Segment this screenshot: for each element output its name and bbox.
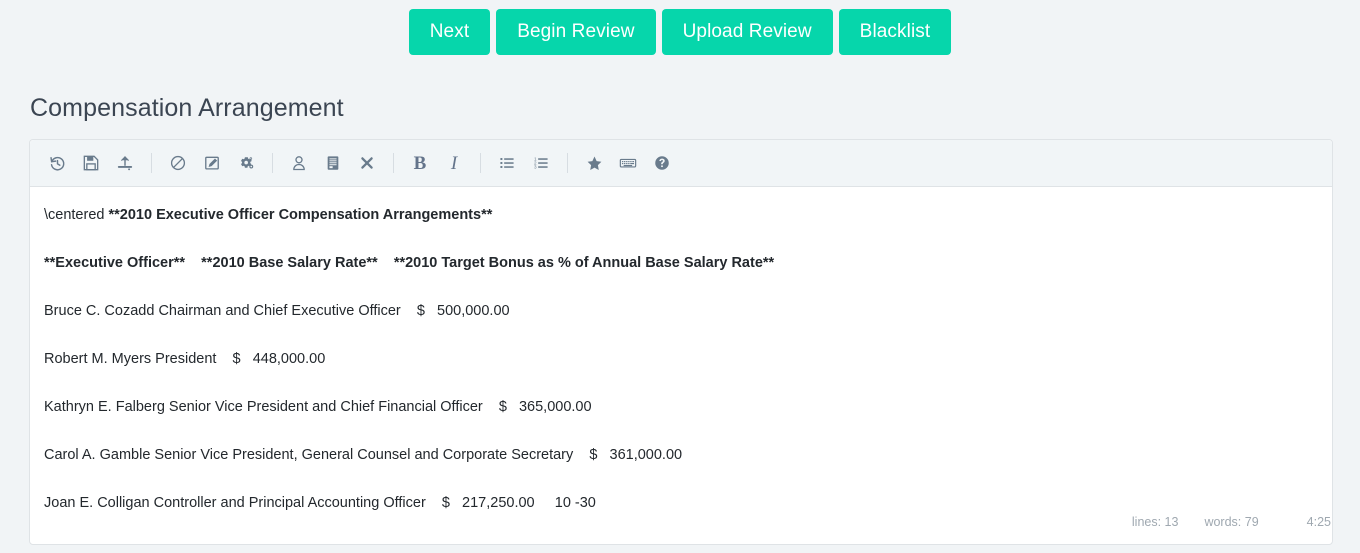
document-icon[interactable] [318,148,348,178]
editor-line: **Executive Officer** **2010 Base Salary… [44,253,1318,274]
words-count: words: 79 [1204,515,1259,529]
user-icon[interactable] [284,148,314,178]
upload-review-button[interactable]: Upload Review [661,9,833,55]
editor-line-plain: \centered [44,207,109,223]
editor-line-bold: **2010 Executive Officer Compensation Ar… [108,207,493,223]
ban-icon[interactable] [163,148,193,178]
upload-icon[interactable] [110,148,140,178]
editor-line-bold: **Executive Officer** **2010 Base Salary… [44,255,775,272]
unordered-list-icon[interactable] [492,148,522,178]
undo-history-icon[interactable] [42,148,72,178]
begin-review-button[interactable]: Begin Review [496,9,656,55]
star-icon[interactable] [579,148,609,178]
help-circle-icon[interactable] [647,148,677,178]
ordered-list-icon[interactable]: 1 2 3 [526,148,556,178]
bold-glyph: B [413,152,427,174]
editor-toolbar: B I 1 2 3 [30,140,1332,187]
editor-line: Bruce C. Cozadd Chairman and Chief Execu… [44,301,1318,322]
editor-line: Joan E. Colligan Controller and Principa… [44,493,1318,514]
edit-pencil-square-icon[interactable] [197,148,227,178]
clock: 4:25 [1306,515,1331,529]
toolbar-divider [272,153,273,173]
toolbar-divider [151,153,152,173]
blacklist-button[interactable]: Blacklist [838,9,952,55]
editor-line-plain: Carol A. Gamble Senior Vice President, G… [44,447,683,464]
page-title: Compensation Arrangement [30,94,344,122]
italic-icon[interactable]: I [439,148,469,178]
editor-line: \centered **2010 Executive Officer Compe… [44,205,1318,226]
editor-status-bar: lines: 13 words: 79 4:25 [29,515,1333,529]
editor-line-plain: Joan E. Colligan Controller and Principa… [44,495,596,512]
toolbar-divider [480,153,481,173]
keyboard-icon[interactable] [613,148,643,178]
editor-line-plain: Bruce C. Cozadd Chairman and Chief Execu… [44,303,510,320]
remove-x-icon[interactable] [352,148,382,178]
editor-line: Carol A. Gamble Senior Vice President, G… [44,445,1318,466]
svg-text:3: 3 [534,164,537,169]
editor-line: Robert M. Myers President $ 448,000.00 [44,349,1318,370]
lines-count: lines: 13 [1131,515,1179,529]
settings-gears-icon[interactable] [231,148,261,178]
editor-line-plain: Robert M. Myers President $ 448,000.00 [44,351,326,368]
editor-text-area[interactable]: \centered **2010 Executive Officer Compe… [30,187,1332,545]
markdown-editor: B I 1 2 3 \centered **2010 Executive Off… [29,139,1333,546]
toolbar-divider [567,153,568,173]
bold-icon[interactable]: B [405,148,435,178]
editor-line-plain: Kathryn E. Falberg Senior Vice President… [44,399,592,416]
toolbar-divider [393,153,394,173]
editor-line: Kathryn E. Falberg Senior Vice President… [44,397,1318,418]
italic-glyph: I [450,152,458,174]
action-button-bar: Next Begin Review Upload Review Blacklis… [0,0,1360,55]
next-button[interactable]: Next [408,9,491,55]
save-floppy-icon[interactable] [76,148,106,178]
